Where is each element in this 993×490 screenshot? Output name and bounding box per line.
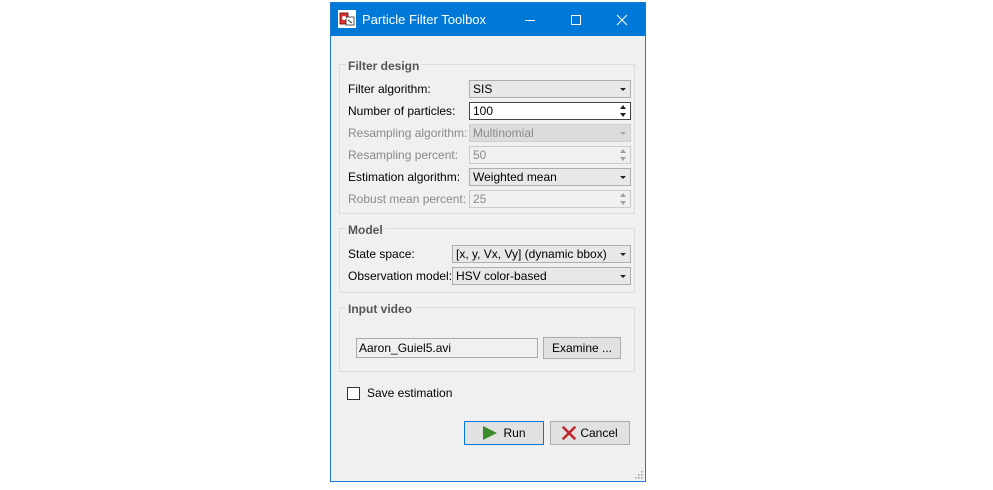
chevron-down-icon — [620, 253, 626, 256]
video-file-field[interactable]: Aaron_Guiel5.avi — [356, 338, 538, 358]
minimize-icon — [525, 19, 535, 21]
model-legend: Model — [346, 223, 385, 237]
filter-design-legend: Filter design — [346, 59, 422, 73]
resampling-algorithm-value: Multinomial — [473, 126, 534, 140]
robust-mean-percent-spinner: 25 — [469, 190, 631, 208]
filter-algorithm-select[interactable]: SIS — [469, 80, 631, 98]
resampling-percent-label: Resampling percent: — [348, 148, 459, 162]
examine-button[interactable]: Examine ... — [543, 337, 621, 359]
close-icon — [616, 14, 628, 25]
number-of-particles-spinner[interactable]: 100 — [469, 102, 631, 120]
state-space-value: [x, y, Vx, Vy] (dynamic bbox) — [456, 247, 607, 261]
play-icon — [483, 426, 498, 440]
save-estimation-label[interactable]: Save estimation — [367, 386, 452, 400]
dialog-body: Filter design Filter algorithm: SIS Numb… — [331, 36, 645, 481]
run-button[interactable]: Run — [464, 421, 544, 445]
estimation-algorithm-row: Estimation algorithm: Weighted mean — [348, 168, 632, 186]
input-video-legend: Input video — [346, 302, 414, 316]
robust-mean-percent-row: Robust mean percent: 25 — [348, 190, 632, 208]
estimation-algorithm-select[interactable]: Weighted mean — [469, 168, 631, 186]
resampling-percent-value: 50 — [473, 148, 487, 162]
filter-algorithm-label: Filter algorithm: — [348, 82, 431, 96]
chevron-down-icon — [620, 132, 626, 135]
filter-design-group: Filter design Filter algorithm: SIS Numb… — [339, 59, 635, 214]
state-space-label: State space: — [348, 247, 415, 261]
run-label: Run — [503, 426, 526, 440]
number-of-particles-row: Number of particles: 100 — [348, 102, 632, 120]
particle-filter-toolbox-window: Particle Filter Toolbox Filter design Fi… — [330, 2, 646, 482]
cancel-label: Cancel — [580, 426, 618, 440]
spinner-arrows-icon — [620, 193, 627, 205]
close-button[interactable] — [599, 3, 645, 36]
chevron-down-icon — [620, 275, 626, 278]
resampling-algorithm-select: Multinomial — [469, 124, 631, 142]
robust-mean-percent-value: 25 — [473, 192, 487, 206]
resize-grip-icon[interactable] — [635, 471, 643, 479]
spinner-arrows-icon[interactable] — [620, 105, 627, 117]
robust-mean-percent-label: Robust mean percent: — [348, 192, 467, 206]
estimation-algorithm-label: Estimation algorithm: — [348, 170, 461, 184]
filter-algorithm-value: SIS — [473, 82, 493, 96]
maximize-icon — [571, 14, 581, 25]
app-icon — [338, 10, 356, 28]
resampling-algorithm-row: Resampling algorithm: Multinomial — [348, 124, 632, 142]
chevron-down-icon — [620, 88, 626, 91]
save-estimation-checkbox[interactable] — [347, 387, 360, 400]
filter-algorithm-row: Filter algorithm: SIS — [348, 80, 632, 98]
observation-model-row: Observation model: HSV color-based — [348, 267, 632, 285]
state-space-select[interactable]: [x, y, Vx, Vy] (dynamic bbox) — [452, 245, 631, 263]
chevron-down-icon — [620, 176, 626, 179]
observation-model-label: Observation model: — [348, 269, 453, 283]
cancel-button[interactable]: Cancel — [550, 421, 630, 445]
observation-model-value: HSV color-based — [456, 269, 547, 283]
resampling-percent-spinner: 50 — [469, 146, 631, 164]
title-bar[interactable]: Particle Filter Toolbox — [331, 3, 645, 36]
resampling-algorithm-label: Resampling algorithm: — [348, 126, 468, 140]
number-of-particles-value: 100 — [473, 104, 494, 118]
state-space-row: State space: [x, y, Vx, Vy] (dynamic bbo… — [348, 245, 632, 263]
resampling-percent-row: Resampling percent: 50 — [348, 146, 632, 164]
x-icon — [562, 426, 577, 440]
minimize-button[interactable] — [507, 3, 553, 36]
estimation-algorithm-value: Weighted mean — [473, 170, 557, 184]
spinner-arrows-icon — [620, 149, 627, 161]
observation-model-select[interactable]: HSV color-based — [452, 267, 631, 285]
number-of-particles-label: Number of particles: — [348, 104, 456, 118]
maximize-button[interactable] — [553, 3, 599, 36]
model-group: Model State space: [x, y, Vx, Vy] (dynam… — [339, 223, 635, 293]
video-file-value: Aaron_Guiel5.avi — [359, 341, 452, 355]
window-title: Particle Filter Toolbox — [362, 12, 487, 27]
input-video-group: Input video Aaron_Guiel5.avi Examine ... — [339, 302, 635, 372]
